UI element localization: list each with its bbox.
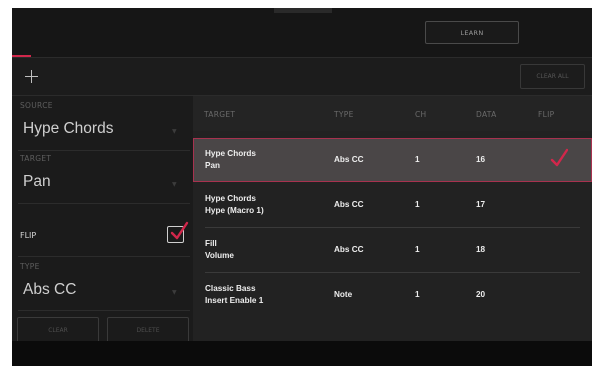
midi-learn-screen: LEARN CLEAR ALL SOURCE Hype Chords ▼ TAR… — [12, 8, 592, 366]
table-row[interactable]: Hype Chords Hype (Macro 1) Abs CC 1 17 — [193, 183, 592, 227]
checkmark-icon — [550, 148, 568, 167]
row-target-name: Fill — [205, 239, 217, 248]
toolbar: CLEAR ALL — [12, 57, 592, 96]
bottom-bar — [12, 341, 592, 366]
source-select[interactable]: Hype Chords — [23, 120, 113, 138]
row-target-param: Volume — [205, 251, 234, 260]
source-dropdown-icon[interactable]: ▼ — [172, 128, 177, 135]
row-ch-cell: 1 — [415, 245, 420, 254]
target-divider — [18, 203, 190, 204]
clear-button[interactable]: CLEAR — [17, 317, 99, 343]
learn-button[interactable]: LEARN — [425, 21, 519, 44]
row-data-cell: 20 — [476, 290, 486, 299]
row-type-cell: Abs CC — [334, 200, 364, 209]
type-label: TYPE — [20, 262, 40, 271]
row-ch-cell: 1 — [415, 200, 420, 209]
table-row[interactable]: Fill Volume Abs CC 1 18 — [193, 228, 592, 272]
table-row[interactable]: Hype Chords Pan Abs CC 1 16 — [193, 138, 592, 182]
row-target-name: Hype Chords — [205, 194, 256, 203]
column-header-ch[interactable]: CH — [415, 110, 426, 119]
row-target-cell: Classic Bass Insert Enable 1 — [205, 283, 263, 307]
mapping-table: TARGET TYPE CH DATA FLIP Hype Chords Pan… — [193, 96, 592, 341]
row-ch-cell: 1 — [415, 290, 420, 299]
row-target-cell: Hype Chords Hype (Macro 1) — [205, 193, 264, 217]
flip-label: FLIP — [20, 231, 37, 240]
top-bar: LEARN — [12, 8, 592, 57]
row-target-name: Hype Chords — [205, 149, 256, 158]
row-data-cell: 18 — [476, 245, 486, 254]
row-data-cell: 16 — [476, 155, 486, 164]
row-target-param: Insert Enable 1 — [205, 296, 264, 305]
row-type-cell: Abs CC — [334, 245, 364, 254]
target-dropdown-icon[interactable]: ▼ — [172, 181, 177, 188]
column-header-target[interactable]: TARGET — [204, 110, 235, 119]
mapping-editor-panel: SOURCE Hype Chords ▼ TARGET Pan ▼ FLIP T… — [12, 96, 193, 343]
row-target-name: Classic Bass — [205, 284, 256, 293]
row-data-cell: 17 — [476, 200, 486, 209]
target-select[interactable]: Pan — [23, 173, 51, 191]
row-target-cell: Hype Chords Pan — [205, 148, 256, 172]
target-label: TARGET — [20, 154, 52, 163]
checkmark-icon — [170, 221, 189, 240]
table-header: TARGET TYPE CH DATA FLIP — [193, 96, 592, 131]
row-target-param: Hype (Macro 1) — [205, 206, 264, 215]
column-header-flip[interactable]: FLIP — [538, 110, 554, 119]
type-divider — [18, 310, 190, 311]
delete-button[interactable]: DELETE — [107, 317, 189, 343]
row-ch-cell: 1 — [415, 155, 420, 164]
clear-all-button[interactable]: CLEAR ALL — [520, 64, 585, 89]
row-type-cell: Abs CC — [334, 155, 364, 164]
plus-icon[interactable] — [25, 70, 38, 83]
table-row[interactable]: Classic Bass Insert Enable 1 Note 1 20 — [193, 273, 592, 317]
flip-divider — [18, 256, 190, 257]
column-header-type[interactable]: TYPE — [334, 110, 354, 119]
type-dropdown-icon[interactable]: ▼ — [172, 289, 177, 296]
row-target-param: Pan — [205, 161, 221, 170]
source-label: SOURCE — [20, 101, 53, 110]
column-header-data[interactable]: DATA — [476, 110, 497, 119]
row-target-cell: Fill Volume — [205, 238, 234, 262]
type-select[interactable]: Abs CC — [23, 281, 76, 299]
source-divider — [18, 150, 190, 151]
flip-checkbox[interactable] — [167, 221, 189, 243]
top-tab-handle[interactable] — [274, 8, 332, 13]
row-type-cell: Note — [334, 290, 353, 299]
